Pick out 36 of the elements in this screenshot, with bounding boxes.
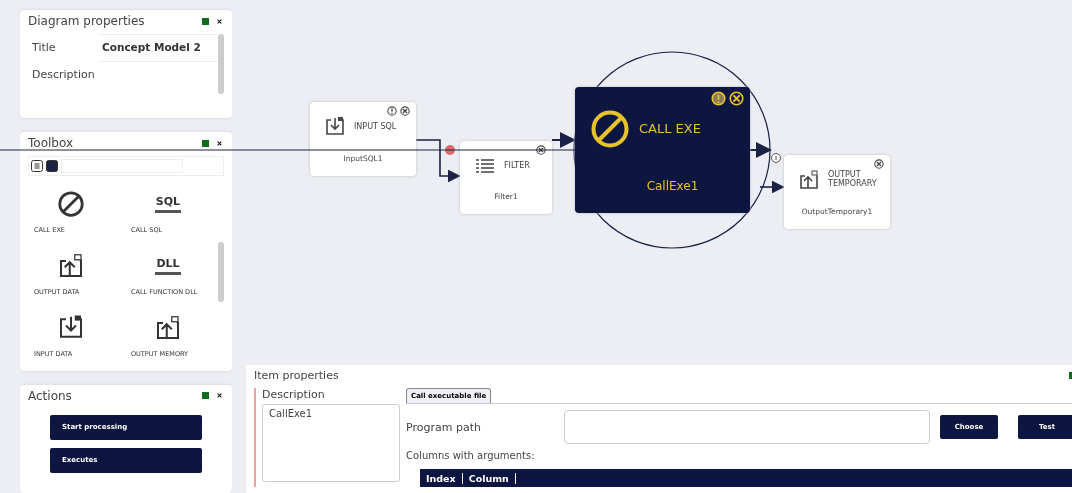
field-label: Description — [262, 388, 326, 401]
description-field[interactable]: CallExe1 — [262, 404, 400, 482]
close-icon[interactable] — [536, 145, 546, 155]
field-label: Description — [31, 67, 96, 83]
scrollbar[interactable] — [218, 34, 224, 94]
field-label: Program path — [406, 420, 482, 434]
connector — [415, 139, 461, 183]
prohibited-icon — [56, 189, 86, 220]
field-label: Title — [31, 40, 57, 56]
connector — [551, 132, 576, 148]
port-marker — [771, 153, 781, 163]
connector — [749, 142, 772, 158]
dock-icon[interactable] — [202, 17, 209, 25]
tile-view-icon[interactable] — [46, 160, 58, 173]
node-title: FILTER — [504, 161, 531, 171]
dock-icon[interactable] — [202, 139, 209, 147]
panel-title: Item properties — [254, 369, 339, 382]
connector — [759, 180, 785, 194]
node-title: CALL EXE — [639, 121, 702, 137]
selected-node[interactable]: CALL EXE CallExe1 — [575, 87, 750, 213]
list-view-icon[interactable] — [31, 160, 43, 173]
error-marker — [445, 145, 455, 155]
panel-title: Actions — [28, 388, 73, 403]
program-path-field[interactable] — [564, 410, 930, 444]
node-title: INPUT SQL — [354, 122, 398, 132]
close-icon[interactable] — [400, 106, 410, 116]
panel-title: Toolbox — [28, 136, 74, 151]
column-header[interactable]: Column — [462, 472, 516, 484]
section-label: Columns with arguments: — [406, 450, 536, 461]
column-header[interactable]: Index — [420, 472, 463, 484]
dock-icon[interactable] — [202, 392, 209, 400]
node-name: CallExe1 — [645, 179, 700, 193]
scrollbar[interactable] — [218, 242, 224, 303]
panel-title: Diagram properties — [28, 14, 146, 28]
node-title: OUTPUT TEMPORARY — [828, 171, 878, 190]
close-icon[interactable] — [874, 159, 884, 169]
